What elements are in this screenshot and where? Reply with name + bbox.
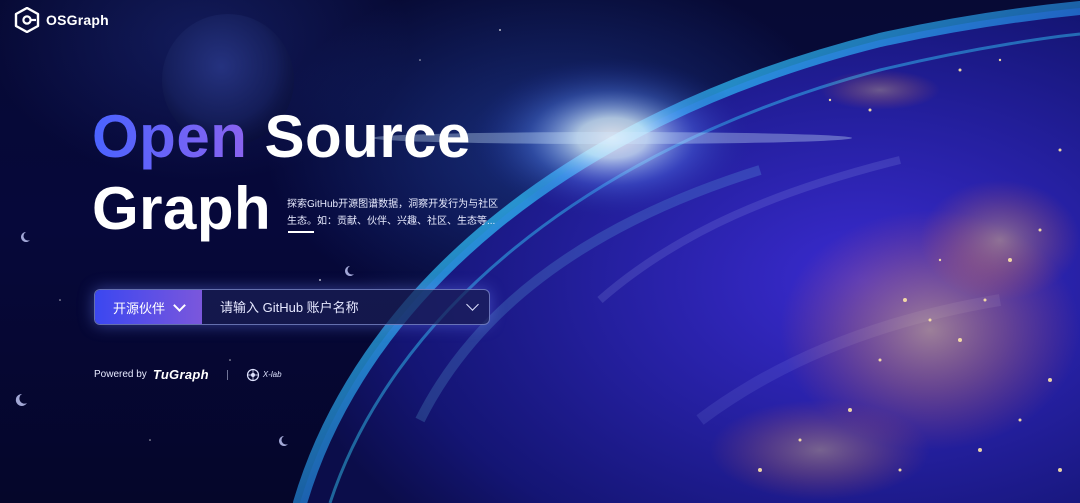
powered-by: Powered by TuGraph X-lab — [94, 367, 282, 382]
osgraph-logo-icon — [14, 7, 40, 33]
search-type-dropdown[interactable]: 开源伙伴 — [95, 290, 202, 324]
hero-tagline: 探索GitHub开源图谱数据，洞察开发行为与社区生态。如：贡献、伙伴、兴趣、社区… — [287, 199, 499, 227]
chevron-down-icon[interactable] — [466, 298, 479, 311]
xlab-label: X-lab — [262, 370, 282, 379]
landing-page: OSGraph Open Source Graph 探索GitHub开源图谱数据… — [0, 0, 1080, 503]
brand[interactable]: OSGraph — [14, 7, 109, 33]
tagline-underline — [288, 231, 314, 233]
hero-title-accent: Open — [92, 103, 248, 170]
brand-name: OSGraph — [46, 12, 109, 28]
xlab-logo-icon — [246, 368, 259, 381]
xlab-logo[interactable]: X-lab — [246, 368, 282, 382]
chevron-down-icon — [173, 298, 186, 312]
hero-title-source: Source — [264, 103, 471, 170]
earth-background-image — [15, 1, 1080, 503]
search-bar: 开源伙伴 — [94, 289, 490, 325]
powered-by-label: Powered by — [94, 369, 147, 380]
tugraph-logo[interactable]: TuGraph — [153, 367, 209, 382]
github-account-input[interactable] — [202, 290, 468, 324]
search-type-label: 开源伙伴 — [112, 300, 165, 316]
divider — [226, 369, 228, 380]
